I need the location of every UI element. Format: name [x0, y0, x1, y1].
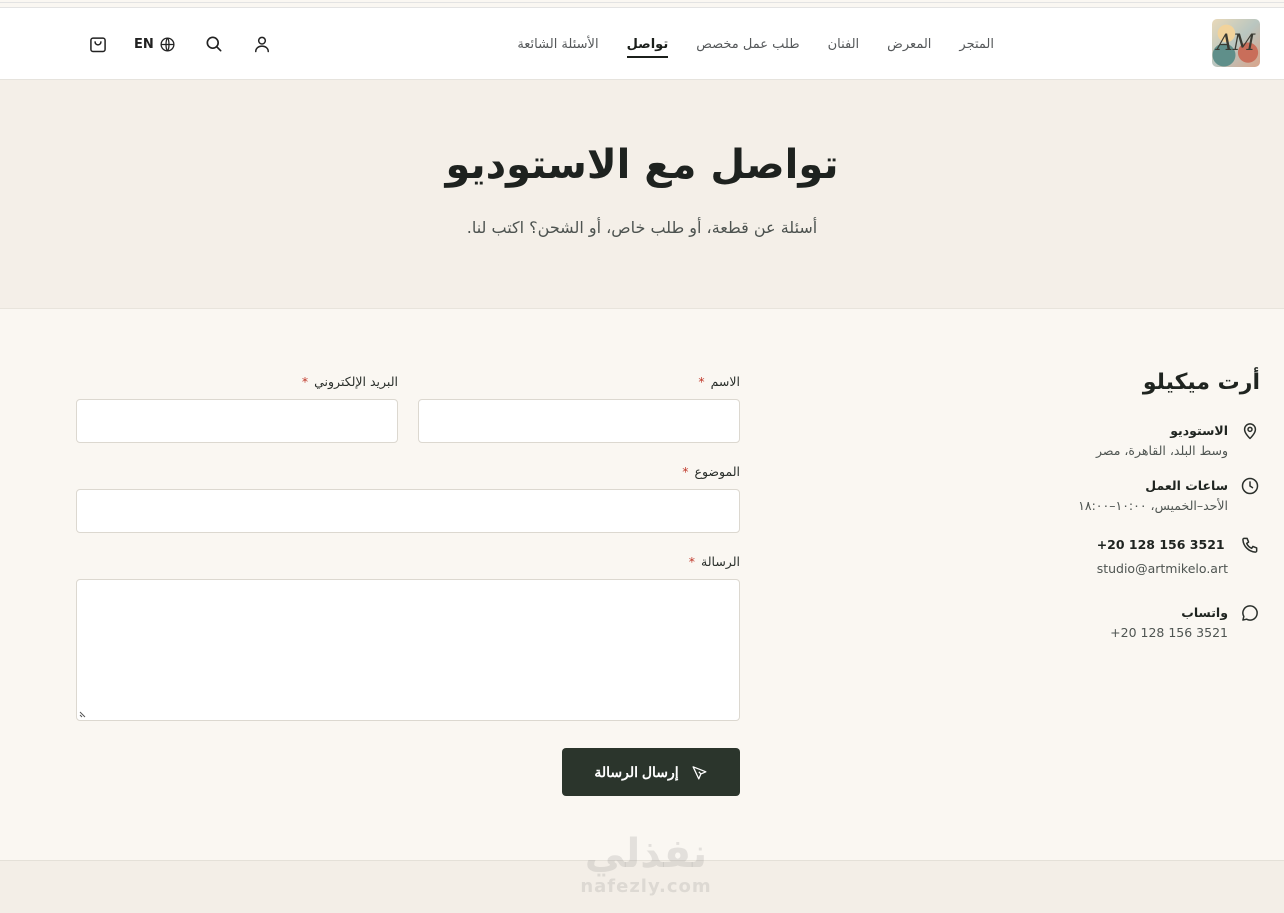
- studio-location: الاستوديو وسط البلد، القاهرة، مصر: [1000, 421, 1260, 461]
- subject-label: الموضوع *: [682, 464, 740, 479]
- email-field[interactable]: [76, 399, 398, 443]
- chat-bubble-icon: [1242, 605, 1258, 621]
- page-subtitle: أسئلة عن قطعة، أو طلب خاص، أو الشحن؟ اكت…: [466, 218, 818, 237]
- send-icon: [692, 765, 707, 780]
- main-menu: المتجر المعرض الفنان طلب عمل مخصص تواصل …: [517, 8, 994, 80]
- location-value: وسط البلد، القاهرة، مصر: [1095, 443, 1228, 458]
- email-field-group: البريد الإلكتروني *: [76, 374, 398, 443]
- globe-icon: [160, 36, 175, 52]
- site-logo[interactable]: AM: [1212, 19, 1260, 67]
- studio-info-panel: أرت ميكيلو الاستوديو وسط البلد، القاهرة،…: [1000, 370, 1260, 643]
- site-header: AM المتجر المعرض الفنان طلب عمل مخصص توا…: [0, 8, 1284, 80]
- whatsapp-title: واتساب: [1181, 605, 1228, 620]
- hours-value: الأحد–الخميس، ١٠:٠٠–١٨:٠٠: [1078, 498, 1228, 513]
- user-icon: [254, 36, 269, 53]
- nav-item-custom-order[interactable]: طلب عمل مخصص: [696, 31, 799, 58]
- clock-icon: [1241, 477, 1259, 495]
- required-mark: *: [301, 374, 309, 389]
- hero-section: تواصل مع الاستوديو أسئلة عن قطعة، أو طلب…: [0, 80, 1284, 309]
- nav-item-artist[interactable]: الفنان: [828, 31, 860, 58]
- studio-name: أرت ميكيلو: [1142, 370, 1260, 395]
- phone-number[interactable]: +20 128 156 3521: [1097, 535, 1228, 555]
- name-label: الاسم *: [698, 374, 740, 389]
- required-mark: *: [688, 554, 696, 569]
- subject-field-group: الموضوع *: [76, 464, 740, 533]
- name-email-row: الاسم * البريد الإلكتروني *: [76, 374, 740, 443]
- search-icon: [206, 36, 222, 52]
- watermark-latin: nafezly.com: [580, 876, 712, 897]
- nav-item-contact[interactable]: تواصل: [626, 31, 668, 58]
- email-address[interactable]: studio@artmikelo.art: [1097, 559, 1228, 579]
- cart-button[interactable]: [86, 34, 110, 54]
- resize-handle-icon[interactable]: [79, 708, 89, 718]
- watermark: نفذلي nafezly.com: [566, 832, 726, 897]
- location-title: الاستوديو: [1170, 423, 1228, 438]
- email-label: البريد الإلكتروني *: [301, 374, 398, 389]
- nav-item-shop[interactable]: المتجر: [959, 31, 994, 58]
- phone-icon: [1242, 537, 1258, 553]
- required-mark: *: [682, 464, 689, 479]
- send-message-label: إرسال الرسالة: [594, 763, 679, 780]
- studio-hours: ساعات العمل الأحد–الخميس، ١٠:٠٠–١٨:٠٠: [1000, 476, 1260, 516]
- required-mark: *: [698, 374, 705, 389]
- header-tools: EN: [86, 8, 274, 80]
- nav-item-gallery[interactable]: المعرض: [887, 31, 931, 58]
- studio-contact: +20 128 156 3521 studio@artmikelo.art: [1000, 535, 1260, 579]
- message-field-group: الرسالة *: [76, 554, 740, 721]
- name-field-group: الاسم *: [418, 374, 740, 443]
- browser-top-line: [0, 2, 1284, 3]
- shopping-bag-icon: [90, 37, 106, 53]
- hours-title: ساعات العمل: [1145, 478, 1228, 493]
- language-switcher[interactable]: EN: [134, 36, 176, 53]
- name-field[interactable]: [418, 399, 740, 443]
- search-button[interactable]: [202, 34, 226, 54]
- message-textarea[interactable]: [76, 579, 740, 721]
- page-title: تواصل مع الاستوديو: [445, 142, 839, 188]
- contact-form: الاسم * البريد الإلكتروني * الموضوع * ال…: [76, 374, 740, 796]
- nav-item-faq[interactable]: الأسئلة الشائعة: [517, 31, 598, 58]
- studio-whatsapp: واتساب +20 128 156 3521: [1000, 603, 1260, 643]
- message-label: الرسالة *: [688, 554, 740, 569]
- logo-mark-icon: AM: [1216, 30, 1256, 56]
- account-button[interactable]: [250, 34, 274, 54]
- send-message-button[interactable]: إرسال الرسالة: [562, 748, 740, 796]
- subject-field[interactable]: [76, 489, 740, 533]
- whatsapp-number[interactable]: +20 128 156 3521: [1110, 623, 1228, 643]
- watermark-arabic: نفذلي: [584, 831, 708, 877]
- language-label: EN: [134, 36, 154, 52]
- map-pin-icon: [1243, 423, 1257, 440]
